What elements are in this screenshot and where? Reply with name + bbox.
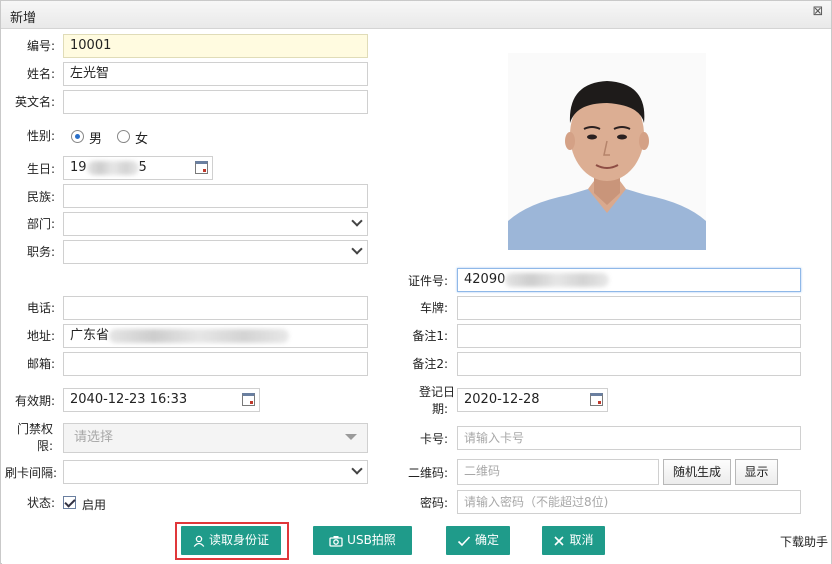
redacted-blur [505, 272, 610, 287]
gender-label: 性别: [26, 129, 55, 143]
gender-male-label: 男 [89, 132, 103, 147]
remark1-field[interactable] [457, 324, 801, 348]
close-icon[interactable]: ⊠ [811, 5, 825, 19]
birthday-value-start: 19 [70, 160, 87, 175]
department-select[interactable] [63, 212, 368, 236]
check-icon [457, 535, 471, 546]
person-photo [508, 53, 706, 250]
register-date-label-line2: 期: [431, 402, 448, 416]
qrcode-label: 二维码: [407, 466, 448, 480]
address-value: 广东省 [70, 328, 110, 343]
card-number-placeholder: 请输入卡号 [464, 431, 525, 445]
access-rights-label-line2: 限: [36, 439, 53, 453]
department-label: 部门: [26, 217, 55, 231]
confirm-button[interactable]: 确定 [446, 526, 510, 555]
password-label: 密码: [419, 496, 448, 510]
action-bar [2, 518, 831, 564]
english-name-field[interactable] [63, 90, 368, 114]
qrcode-field[interactable]: 二维码 [457, 459, 659, 485]
swipe-interval-label: 刷卡间隔: [4, 466, 57, 480]
birthday-label: 生日: [26, 162, 55, 176]
card-number-label: 卡号: [419, 432, 448, 446]
usb-photo-label: USB拍照 [347, 533, 396, 547]
chevron-down-icon [351, 243, 363, 255]
swipe-interval-select[interactable] [63, 460, 368, 484]
address-field[interactable]: 广东省 [63, 324, 368, 348]
valid-until-field[interactable]: 2040-12-23 16:33 [63, 388, 260, 412]
access-rights-select[interactable]: 请选择 [63, 423, 368, 453]
valid-until-value: 2040-12-23 16:33 [70, 392, 188, 407]
plate-field[interactable] [457, 296, 801, 320]
enabled-label: 启用 [82, 498, 107, 512]
close-icon [554, 535, 565, 546]
calendar-icon[interactable] [242, 393, 255, 406]
gender-female-radio[interactable] [117, 130, 130, 143]
phone-field[interactable] [63, 296, 368, 320]
calendar-icon[interactable] [590, 393, 603, 406]
position-select[interactable] [63, 240, 368, 264]
id-number-field[interactable]: 42090 [457, 268, 801, 292]
password-field[interactable]: 请输入密码（不能超过8位) [457, 490, 801, 514]
card-number-field[interactable]: 请输入卡号 [457, 426, 801, 450]
redacted-blur [109, 328, 290, 343]
address-label: 地址: [26, 329, 55, 343]
cancel-label: 取消 [569, 533, 594, 547]
birthday-value-end: 5 [138, 160, 147, 175]
gender-male-radio[interactable] [71, 130, 84, 143]
password-placeholder: 请输入密码（不能超过8位) [464, 495, 609, 509]
status-label: 状态: [26, 496, 55, 510]
download-helper-link[interactable]: 下载助手 [780, 533, 828, 550]
dialog-titlebar: 新增 ⊠ [1, 1, 831, 29]
highlight-frame [175, 522, 289, 560]
ethnicity-label: 民族: [26, 190, 55, 204]
caret-down-icon [345, 434, 357, 440]
remark2-label: 备注2: [412, 357, 448, 371]
valid-until-label: 有效期: [14, 394, 55, 408]
remark2-field[interactable] [457, 352, 801, 376]
id-number-value: 42090 [464, 272, 506, 287]
redacted-blur [86, 160, 139, 175]
name-field[interactable]: 左光智 [63, 62, 368, 86]
chevron-down-icon [351, 463, 363, 475]
access-rights-placeholder: 请选择 [74, 430, 114, 445]
show-qrcode-button[interactable]: 显示 [735, 459, 778, 485]
ethnicity-field[interactable] [63, 184, 368, 208]
camera-icon [329, 535, 343, 547]
email-field[interactable] [63, 352, 368, 376]
birthday-field[interactable]: 19 5 [63, 156, 213, 180]
email-label: 邮箱: [26, 357, 55, 371]
remark1-label: 备注1: [412, 329, 448, 343]
qrcode-placeholder: 二维码 [464, 464, 501, 478]
random-generate-button[interactable]: 随机生成 [663, 459, 731, 485]
number-field[interactable]: 10001 [63, 34, 368, 58]
english-name-label: 英文名: [14, 95, 55, 109]
portrait-image [508, 53, 706, 250]
cancel-button[interactable]: 取消 [542, 526, 605, 555]
calendar-icon[interactable] [195, 161, 208, 174]
dialog-title: 新增 [10, 11, 37, 26]
register-date-label-line1: 登记日 [418, 385, 455, 399]
add-dialog: 新增 ⊠ 编号: 10001 姓名: 左光智 英文名: 性别: 男 女 生日: … [0, 0, 832, 564]
id-number-label: 证件号: [407, 274, 448, 288]
chevron-down-icon [351, 215, 363, 227]
phone-label: 电话: [26, 301, 55, 315]
enabled-checkbox[interactable] [63, 496, 76, 509]
gender-female-label: 女 [135, 132, 149, 147]
confirm-label: 确定 [474, 533, 499, 547]
position-label: 职务: [26, 245, 55, 259]
access-rights-label-line1: 门禁权 [16, 422, 53, 436]
register-date-value: 2020-12-28 [464, 392, 540, 407]
name-label: 姓名: [26, 67, 55, 81]
usb-photo-button[interactable]: USB拍照 [313, 526, 412, 555]
plate-label: 车牌: [419, 301, 448, 315]
register-date-field[interactable]: 2020-12-28 [457, 388, 608, 412]
number-label: 编号: [26, 39, 55, 53]
